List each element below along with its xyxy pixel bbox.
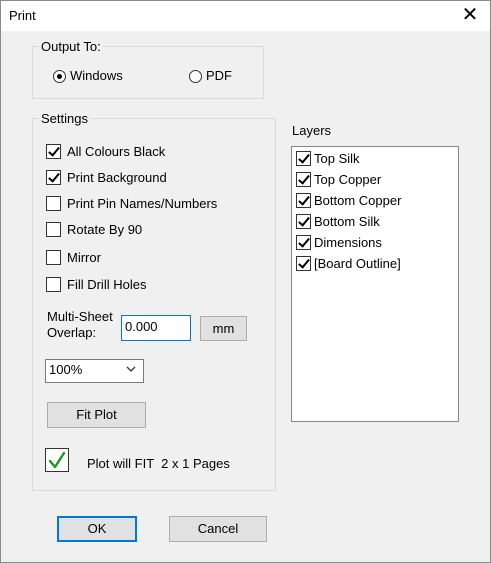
layer-bottom-copper-label: Bottom Copper	[314, 193, 402, 208]
fit-status-text: Plot will FIT 2 x 1 Pages	[87, 456, 230, 471]
layer-bottom-silk-box[interactable]	[296, 214, 311, 229]
overlap-input[interactable]: 0.000	[121, 315, 191, 341]
settings-legend: Settings	[41, 111, 88, 126]
layer-item-bottom-copper[interactable]: Bottom Copper	[296, 191, 456, 211]
checkbox-print-pin-names-label: Print Pin Names/Numbers	[67, 196, 218, 211]
checkbox-print-background[interactable]: Print Background	[46, 170, 246, 188]
checkbox-all-colours-black-label: All Colours Black	[67, 144, 166, 159]
radio-windows-indicator[interactable]	[53, 70, 66, 83]
radio-pdf[interactable]: PDF	[189, 68, 259, 86]
checkbox-mirror[interactable]: Mirror	[46, 250, 246, 268]
checkbox-fill-drill-holes[interactable]: Fill Drill Holes	[46, 277, 246, 295]
layers-list[interactable]: Top Silk Top Copper Bottom Copper Bottom…	[291, 146, 459, 422]
checkbox-rotate-90-box[interactable]	[46, 222, 61, 237]
layer-item-board-outline[interactable]: [Board Outline]	[296, 254, 456, 274]
layer-bottom-copper-box[interactable]	[296, 193, 311, 208]
radio-pdf-label: PDF	[206, 68, 232, 83]
checkbox-all-colours-black-box[interactable]	[46, 144, 61, 159]
ok-button[interactable]: OK	[57, 516, 137, 542]
radio-windows-label: Windows	[70, 68, 123, 83]
units-button[interactable]: mm	[200, 316, 247, 341]
fit-plot-button[interactable]: Fit Plot	[47, 402, 146, 428]
layer-dimensions-label: Dimensions	[314, 235, 382, 250]
layer-board-outline-label: [Board Outline]	[314, 256, 401, 271]
title-bar: Print ✕	[1, 1, 490, 31]
radio-windows[interactable]: Windows	[53, 68, 153, 86]
overlap-label-line1: Multi-Sheet	[47, 309, 113, 324]
checkbox-mirror-box[interactable]	[46, 250, 61, 265]
checkbox-print-pin-names[interactable]: Print Pin Names/Numbers	[46, 196, 266, 214]
overlap-label-line2: Overlap:	[47, 325, 97, 340]
radio-pdf-indicator[interactable]	[189, 70, 202, 83]
window-title: Print	[9, 8, 36, 23]
layer-item-dimensions[interactable]: Dimensions	[296, 233, 456, 253]
checkbox-print-pin-names-box[interactable]	[46, 196, 61, 211]
layer-top-silk-box[interactable]	[296, 151, 311, 166]
checkbox-rotate-90-label: Rotate By 90	[67, 222, 143, 237]
layer-dimensions-box[interactable]	[296, 235, 311, 250]
layer-top-copper-box[interactable]	[296, 172, 311, 187]
cancel-button[interactable]: Cancel	[169, 516, 267, 542]
checkbox-mirror-label: Mirror	[67, 250, 101, 265]
settings-group: Settings	[32, 111, 276, 491]
layer-item-top-silk[interactable]: Top Silk	[296, 149, 456, 169]
layer-item-bottom-silk[interactable]: Bottom Silk	[296, 212, 456, 232]
close-icon[interactable]: ✕	[458, 4, 482, 28]
checkbox-print-background-box[interactable]	[46, 170, 61, 185]
layer-item-top-copper[interactable]: Top Copper	[296, 170, 456, 190]
checkbox-fill-drill-holes-label: Fill Drill Holes	[67, 277, 147, 292]
layer-bottom-silk-label: Bottom Silk	[314, 214, 380, 229]
checkbox-all-colours-black[interactable]: All Colours Black	[46, 144, 246, 162]
layer-top-silk-label: Top Silk	[314, 151, 360, 166]
layers-label: Layers	[292, 123, 332, 138]
fit-status-check-icon	[45, 448, 69, 472]
scale-select[interactable]: 100%	[45, 359, 144, 383]
scale-select-value: 100%	[49, 362, 83, 377]
layer-board-outline-box[interactable]	[296, 256, 311, 271]
layer-top-copper-label: Top Copper	[314, 172, 382, 187]
chevron-down-icon[interactable]	[125, 363, 137, 375]
print-dialog: Print ✕ Output To: Windows PDF Settings …	[0, 0, 491, 563]
checkbox-fill-drill-holes-box[interactable]	[46, 277, 61, 292]
checkbox-rotate-90[interactable]: Rotate By 90	[46, 222, 246, 240]
check-icon	[48, 451, 66, 469]
checkbox-print-background-label: Print Background	[67, 170, 167, 185]
output-to-legend: Output To:	[41, 39, 101, 54]
